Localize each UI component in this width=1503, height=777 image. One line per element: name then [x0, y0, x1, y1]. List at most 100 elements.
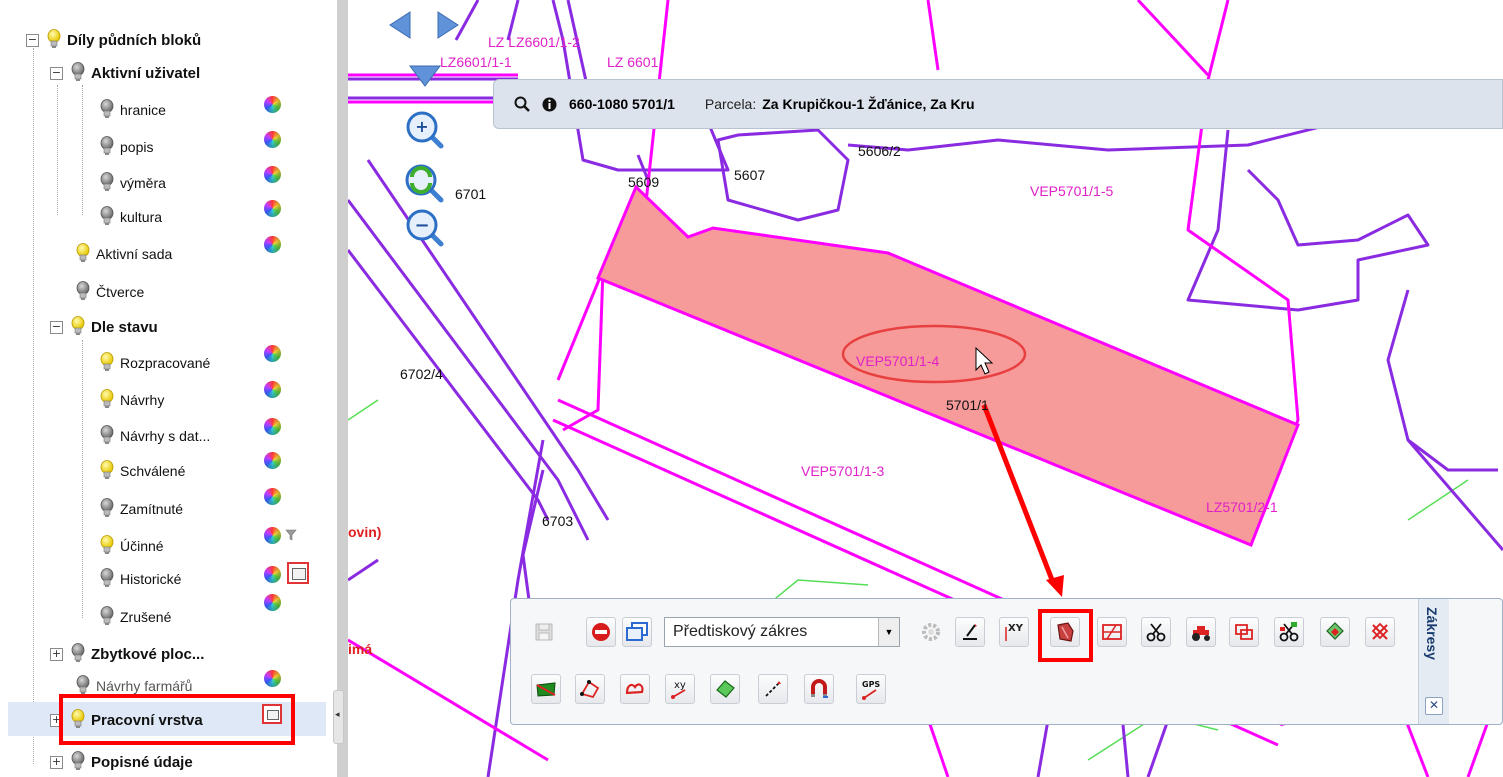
- gps-button[interactable]: GPS: [856, 674, 886, 704]
- tree-item-schvalene[interactable]: Schválené: [100, 458, 185, 484]
- green-polygon-icon: [716, 680, 735, 698]
- bulb-on-icon[interactable]: [47, 29, 61, 51]
- style-color-icon[interactable]: [264, 527, 281, 544]
- style-color-icon[interactable]: [264, 200, 281, 217]
- filter-icon[interactable]: [285, 529, 297, 541]
- style-color-icon[interactable]: [264, 131, 281, 148]
- bulb-on-icon[interactable]: [100, 535, 114, 557]
- zoom-reset-icon[interactable]: [403, 162, 445, 204]
- close-icon[interactable]: ✕: [1425, 697, 1443, 715]
- tree-group-dle-stavu[interactable]: − Dle stavu: [50, 314, 158, 340]
- bulb-off-icon[interactable]: [100, 568, 114, 590]
- style-color-icon[interactable]: [264, 452, 281, 469]
- tree-item-popis[interactable]: popis: [100, 134, 153, 160]
- tree-root-dily[interactable]: − Díly půdních bloků: [26, 27, 201, 53]
- style-color-icon[interactable]: [264, 418, 281, 435]
- tractor-button[interactable]: [1186, 617, 1216, 647]
- xy-point-button[interactable]: xy: [665, 674, 695, 704]
- bulb-off-icon[interactable]: [100, 206, 114, 228]
- tree-item-navrhy[interactable]: Návrhy: [100, 387, 164, 413]
- bulb-off-icon[interactable]: [71, 643, 85, 665]
- tree-item-historicke[interactable]: Historické: [100, 566, 181, 592]
- save-button[interactable]: [529, 617, 559, 647]
- zoom-in-icon[interactable]: +: [405, 110, 445, 150]
- feature-info-bar: 660-1080 5701/1 Parcela: Za Krupičkou-1 …: [493, 79, 1503, 129]
- bulb-on-icon[interactable]: [71, 316, 85, 338]
- edit-attributes-button[interactable]: [955, 617, 985, 647]
- pan-left-icon[interactable]: [388, 10, 412, 40]
- bulb-off-icon[interactable]: [71, 62, 85, 84]
- settings-button[interactable]: [916, 617, 946, 647]
- bulb-off-icon[interactable]: [76, 281, 90, 303]
- tree-item-ucinne[interactable]: Účinné: [100, 533, 164, 559]
- measure-button[interactable]: [758, 674, 788, 704]
- splitter-bar[interactable]: [337, 0, 348, 777]
- collapse-icon[interactable]: −: [50, 66, 63, 80]
- tree-item-navrhy-s-dat[interactable]: Návrhy s dat...: [100, 423, 210, 449]
- bulb-on-icon[interactable]: [76, 243, 90, 265]
- search-icon[interactable]: [514, 96, 530, 112]
- split-line-button[interactable]: [1097, 617, 1127, 647]
- merge-button[interactable]: [1320, 617, 1350, 647]
- zoom-out-icon[interactable]: −: [405, 208, 445, 248]
- bulb-off-icon[interactable]: [100, 99, 114, 121]
- tree-item-aktivni-sada[interactable]: Aktivní sada: [76, 241, 172, 267]
- collapse-icon[interactable]: −: [50, 320, 63, 334]
- expand-icon[interactable]: +: [50, 755, 63, 769]
- tree-group-popisne-udaje[interactable]: + Popisné údaje: [50, 749, 193, 775]
- style-color-icon[interactable]: [264, 166, 281, 183]
- coordinates-button[interactable]: XY: [999, 617, 1029, 647]
- collapse-panel-handle[interactable]: ◂: [333, 690, 344, 744]
- overlap-button[interactable]: [1229, 617, 1259, 647]
- style-color-icon[interactable]: [264, 566, 281, 583]
- delete-polygon-button[interactable]: [1365, 617, 1395, 647]
- freehand-button[interactable]: [620, 674, 650, 704]
- style-color-icon[interactable]: [264, 670, 281, 687]
- tree-item-ctverce[interactable]: Čtverce: [76, 279, 144, 305]
- tree-label: Popisné údaje: [91, 753, 193, 771]
- collapse-icon[interactable]: −: [26, 33, 39, 47]
- bulb-off-icon[interactable]: [100, 606, 114, 628]
- style-color-icon[interactable]: [264, 236, 281, 253]
- pan-right-icon[interactable]: [436, 10, 460, 40]
- split-polygon-button[interactable]: [1274, 617, 1304, 647]
- bulb-on-icon[interactable]: [100, 389, 114, 411]
- bulb-off-icon[interactable]: [100, 136, 114, 158]
- tree-item-zrusene[interactable]: Zrušené: [100, 604, 171, 630]
- pan-down-icon[interactable]: [408, 64, 442, 88]
- import-block-button[interactable]: [531, 674, 561, 704]
- style-color-icon[interactable]: [264, 345, 281, 362]
- draw-mode-select[interactable]: Předtiskový zákres ▼: [664, 617, 900, 647]
- tree-group-zbytkove[interactable]: + Zbytkové ploc...: [50, 641, 204, 667]
- tree-item-kultura[interactable]: kultura: [100, 204, 162, 230]
- green-polygon-button[interactable]: [710, 674, 740, 704]
- bulb-off-icon[interactable]: [100, 498, 114, 520]
- tree-item-rozpracovane[interactable]: Rozpracované: [100, 350, 210, 376]
- bulb-off-icon[interactable]: [71, 751, 85, 773]
- expand-icon[interactable]: +: [50, 647, 63, 661]
- vertex-edit-button[interactable]: [575, 674, 605, 704]
- style-color-icon[interactable]: [264, 594, 281, 611]
- windows-button[interactable]: [622, 617, 652, 647]
- bulb-on-icon[interactable]: [100, 352, 114, 374]
- style-color-icon[interactable]: [264, 96, 281, 113]
- tree-label: Aktivní uživatel: [91, 64, 201, 82]
- tree-group-aktivni-uzivatel[interactable]: − Aktivní uživatel: [50, 60, 200, 86]
- highlighted-parcel[interactable]: [596, 184, 1300, 547]
- tree-item-vymera[interactable]: výměra: [100, 170, 166, 196]
- tree-item-hranice[interactable]: hranice: [100, 97, 166, 123]
- bulb-off-icon[interactable]: [100, 425, 114, 447]
- snap-button[interactable]: [804, 674, 834, 704]
- cancel-button[interactable]: [586, 617, 616, 647]
- cut-button[interactable]: [1141, 617, 1171, 647]
- chevron-down-icon[interactable]: ▼: [878, 618, 899, 646]
- bulb-on-icon[interactable]: [100, 460, 114, 482]
- info-icon[interactable]: [542, 97, 557, 112]
- scissors-icon: [1146, 623, 1166, 642]
- edit-layer-icon[interactable]: [287, 562, 309, 584]
- tree-item-zamitnute[interactable]: Zamítnuté: [100, 496, 183, 522]
- panel-splitter[interactable]: ◂: [330, 0, 348, 777]
- style-color-icon[interactable]: [264, 488, 281, 505]
- bulb-off-icon[interactable]: [100, 172, 114, 194]
- style-color-icon[interactable]: [264, 381, 281, 398]
